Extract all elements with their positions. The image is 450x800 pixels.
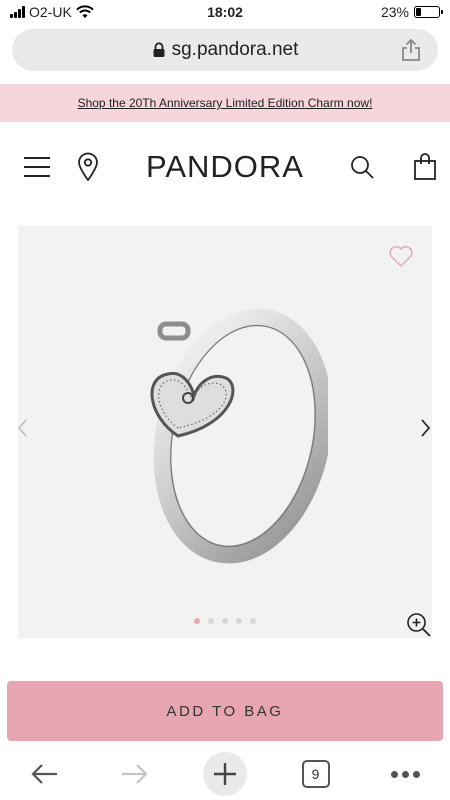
- forward-arrow-icon: [122, 764, 148, 784]
- battery-percent: 23%: [380, 4, 409, 20]
- add-to-bag-button[interactable]: ADD TO BAG: [7, 681, 443, 741]
- back-button[interactable]: [24, 753, 66, 795]
- slide-dot[interactable]: [208, 618, 214, 624]
- product-image-ring: [150, 308, 328, 564]
- product-image-gallery[interactable]: [18, 226, 432, 638]
- next-image-chevron-icon[interactable]: [418, 416, 432, 440]
- promo-banner[interactable]: Shop the 20Th Anniversary Limited Editio…: [0, 84, 450, 122]
- new-tab-button[interactable]: [202, 752, 247, 796]
- carrier-label: O2-UK: [29, 4, 72, 20]
- more-menu-button[interactable]: [384, 753, 426, 795]
- slide-dot[interactable]: [250, 618, 256, 624]
- promo-link[interactable]: Shop the 20Th Anniversary Limited Editio…: [78, 96, 373, 110]
- store-locator-pin-icon[interactable]: [77, 152, 99, 182]
- share-icon[interactable]: [400, 38, 422, 62]
- slide-dot[interactable]: [236, 618, 242, 624]
- more-dots-icon: [390, 770, 420, 778]
- zoom-in-icon[interactable]: [406, 612, 432, 638]
- url-text: sg.pandora.net: [171, 39, 299, 60]
- plus-icon: [213, 763, 236, 785]
- hamburger-menu-icon[interactable]: [24, 157, 50, 177]
- wishlist-heart-icon[interactable]: [388, 244, 414, 268]
- battery-icon: [414, 6, 443, 18]
- browser-toolbar: 9: [0, 748, 450, 800]
- search-icon[interactable]: [350, 155, 375, 180]
- status-right: 23%: [380, 4, 443, 20]
- previous-image-chevron-icon[interactable]: [16, 416, 30, 440]
- signal-icon: [10, 6, 25, 18]
- forward-button[interactable]: [113, 753, 155, 795]
- slide-dot[interactable]: [194, 618, 200, 624]
- lock-icon: [153, 42, 165, 57]
- back-arrow-icon: [31, 764, 57, 784]
- slide-dot[interactable]: [222, 618, 228, 624]
- pandora-logo[interactable]: PANDORA: [145, 149, 305, 185]
- wifi-icon: [76, 5, 94, 18]
- status-left: O2-UK: [10, 4, 94, 20]
- status-bar: O2-UK 18:02 23%: [0, 0, 450, 24]
- site-header: PANDORA: [0, 122, 450, 212]
- shopping-bag-icon[interactable]: [414, 153, 436, 180]
- tabs-button[interactable]: 9: [295, 753, 337, 795]
- slide-indicator[interactable]: [18, 618, 432, 624]
- tab-count: 9: [301, 760, 330, 788]
- address-bar[interactable]: sg.pandora.net: [12, 29, 438, 71]
